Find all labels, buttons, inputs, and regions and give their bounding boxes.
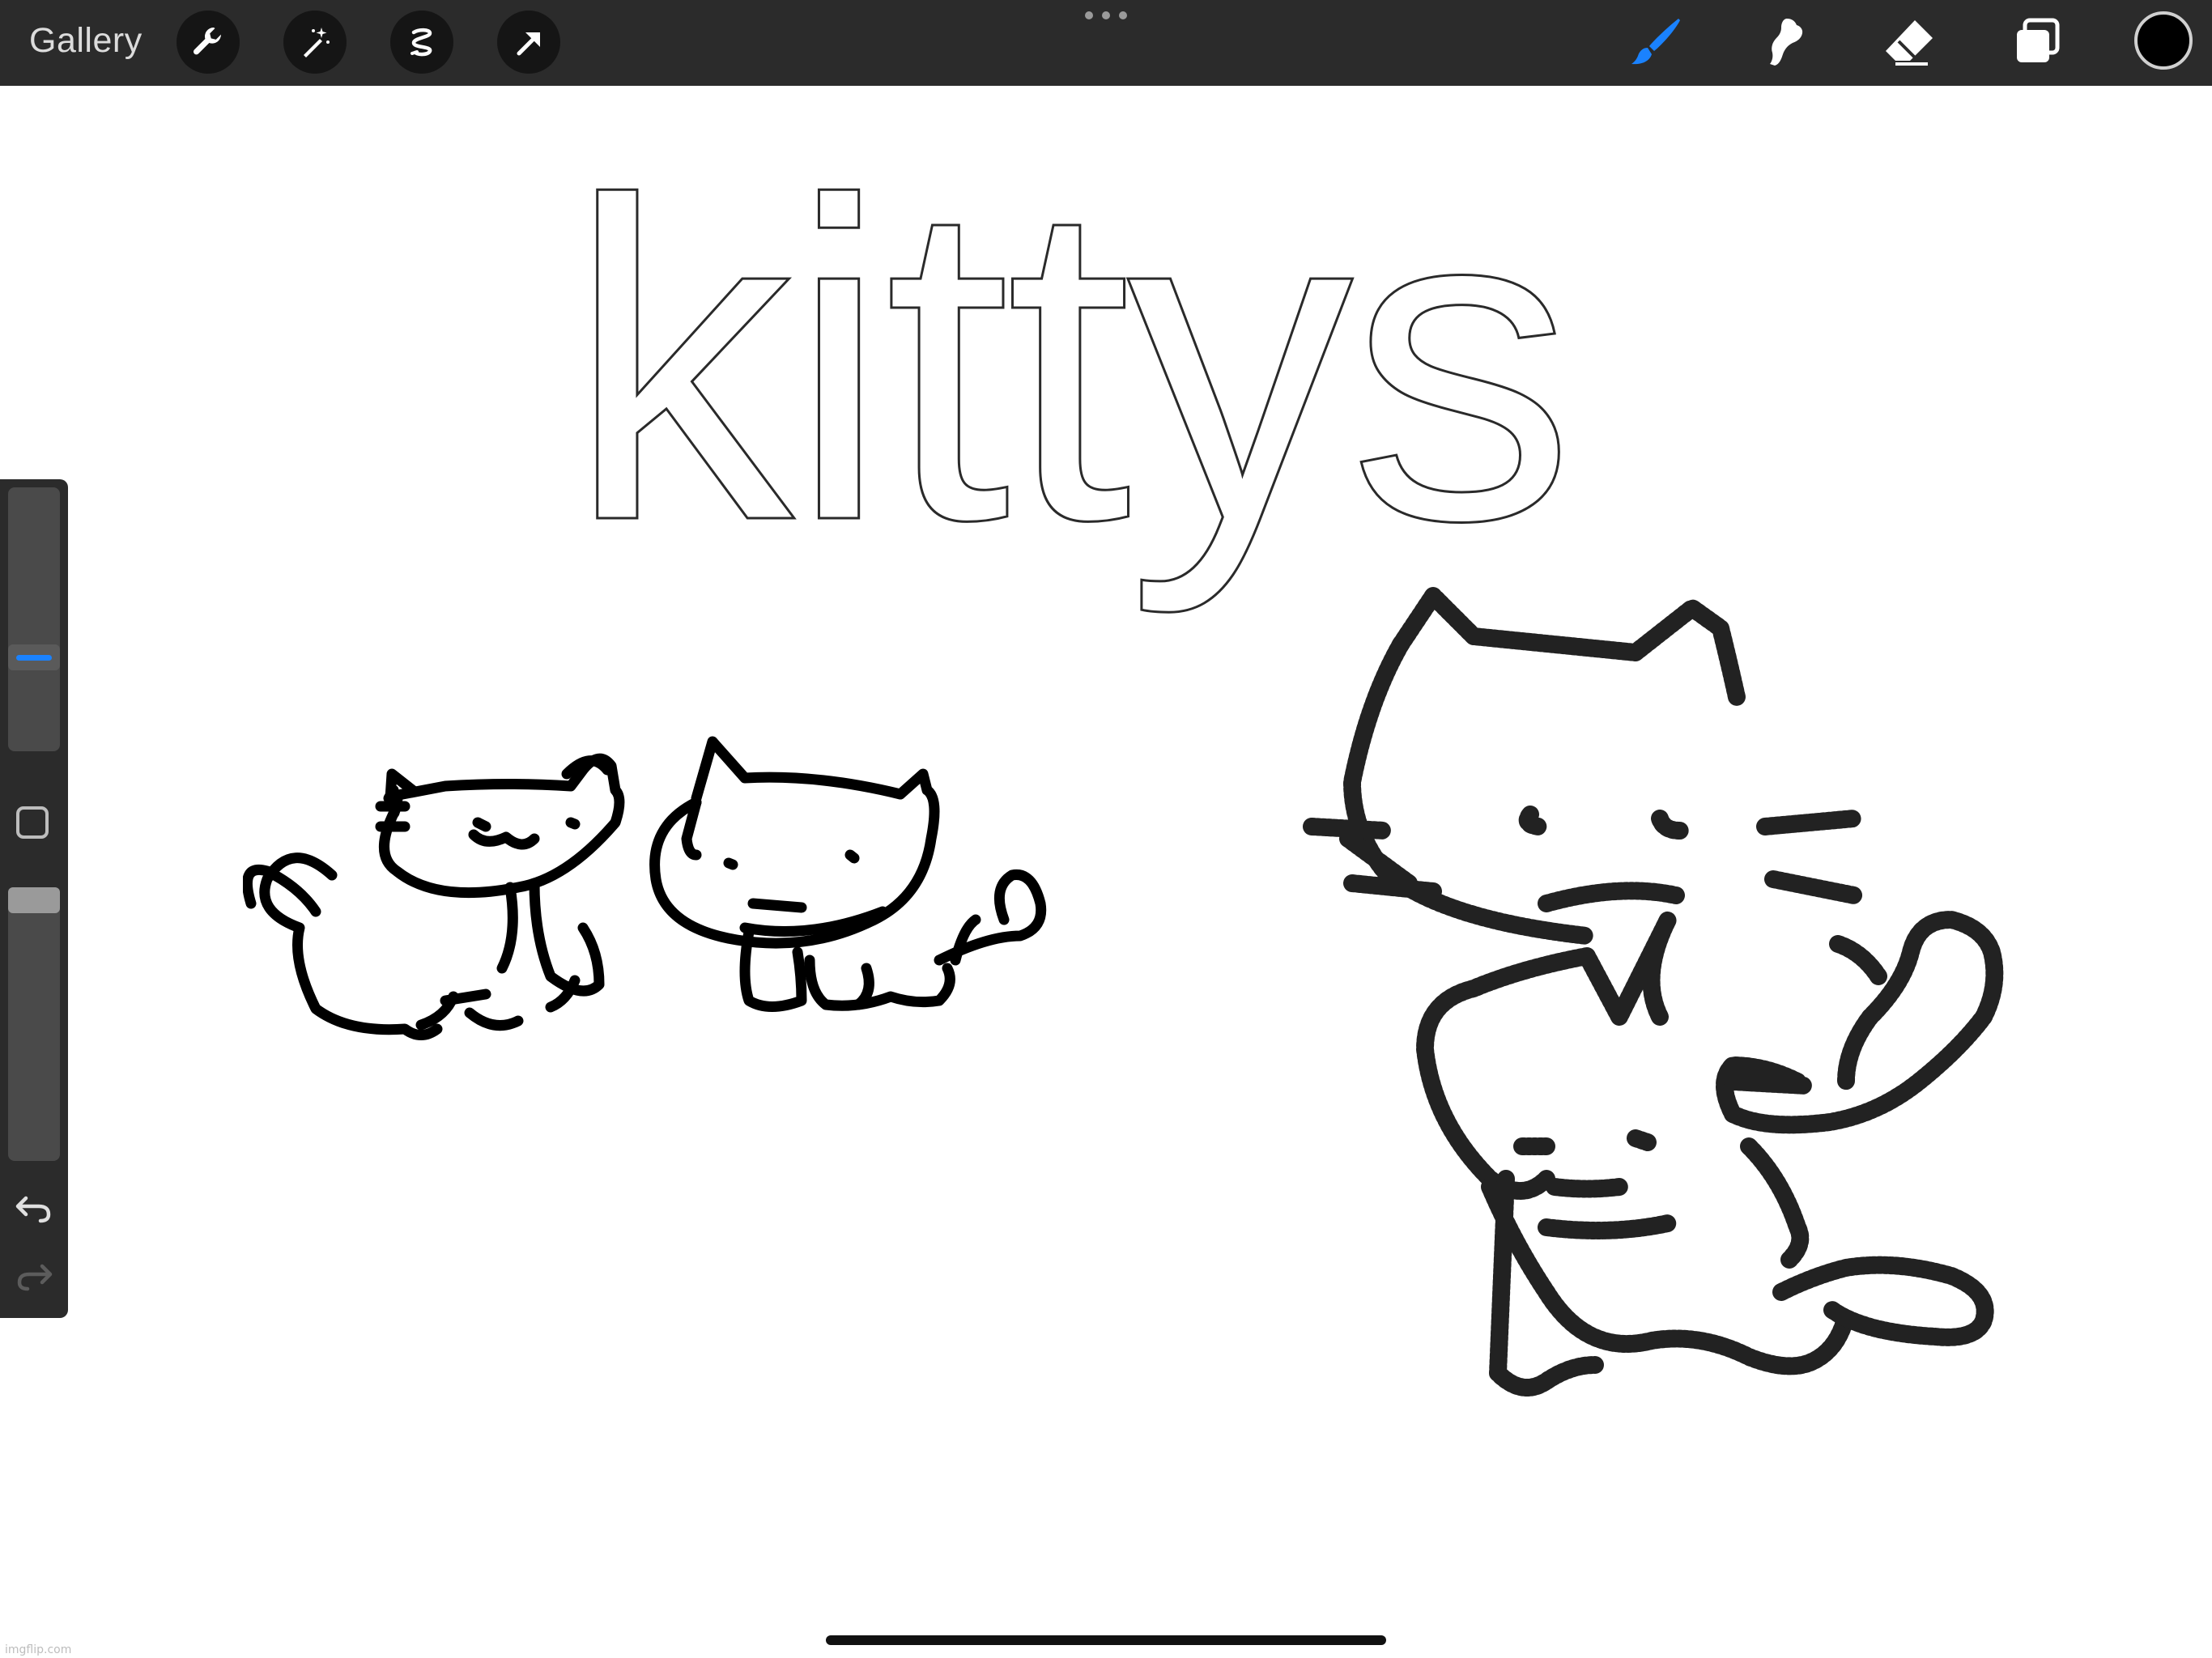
eraser-icon <box>1886 20 1933 66</box>
brush-size-slider[interactable] <box>8 487 60 751</box>
side-slider-bar <box>0 479 68 1318</box>
selection-icon <box>410 28 432 57</box>
smudge-icon <box>1770 19 1803 66</box>
dot-icon <box>1119 11 1127 19</box>
opacity-slider[interactable] <box>8 887 60 1161</box>
layers-button[interactable] <box>2006 11 2068 73</box>
modify-button[interactable] <box>16 806 49 839</box>
brush-size-indicator <box>16 655 52 661</box>
selection-button[interactable] <box>390 11 453 74</box>
magic-wand-icon <box>304 28 330 57</box>
adjustments-button[interactable] <box>283 11 347 74</box>
top-toolbar: Gallery <box>0 0 2212 86</box>
wrench-icon <box>193 27 221 55</box>
gallery-button[interactable]: Gallery <box>29 21 143 61</box>
redo-icon[interactable] <box>13 1256 55 1295</box>
smudge-tool-button[interactable] <box>1752 11 1814 73</box>
kitty-pair-drawing <box>243 736 1047 1040</box>
eraser-tool-button[interactable] <box>1878 11 1940 73</box>
undo-icon[interactable] <box>13 1188 55 1227</box>
actions-button[interactable] <box>177 11 240 74</box>
dot-icon <box>1085 11 1093 19</box>
color-picker-button[interactable] <box>2134 11 2193 70</box>
transform-arrow-icon <box>517 32 540 56</box>
opacity-handle[interactable] <box>8 887 60 913</box>
dotted-kitty-drawing <box>1303 587 2004 1397</box>
home-indicator[interactable] <box>826 1635 1386 1645</box>
brush-icon <box>1631 19 1680 65</box>
brush-tool-button[interactable] <box>1626 11 1687 73</box>
watermark-text: imgflip.com <box>5 1643 72 1656</box>
layers-icon <box>2017 18 2060 62</box>
transform-button[interactable] <box>497 11 560 74</box>
brush-size-handle[interactable] <box>8 644 60 670</box>
drawing-canvas[interactable]: kittys <box>0 86 2212 1658</box>
canvas-title-text: kittys <box>566 108 1577 614</box>
dot-icon <box>1102 11 1110 19</box>
more-options-handle[interactable] <box>1085 11 1127 24</box>
